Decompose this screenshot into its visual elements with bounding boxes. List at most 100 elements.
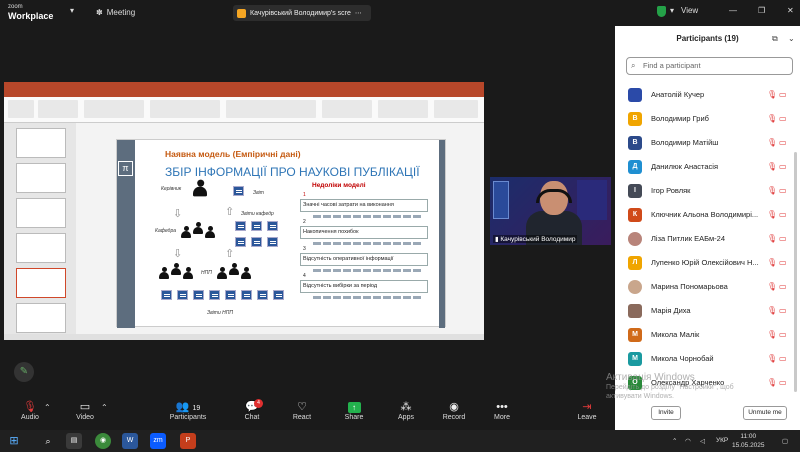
zoom-top-bar: zoom Workplace ▾ ✽ Meeting Качурівський … [0,0,615,26]
current-slide: π Наявна модель (Емпіричні дані) ЗБІР ІН… [116,139,446,328]
document-icon [209,290,220,300]
video-off-icon: ▭ [779,306,787,315]
video-participant-label: Качурівський Володимир [500,236,576,243]
participant-row[interactable]: М Микола Малік 🎙 ▭ [615,323,800,347]
nedolik-number: 4 [303,273,306,279]
person-icon [229,263,239,275]
participant-name: Микола Малік [651,330,700,339]
participant-row[interactable]: К Ключник Альона Володимирі... 🎙 ▭ [615,203,800,227]
pop-out-icon[interactable]: ⧉ [772,34,778,44]
participant-row[interactable]: Марія Диха 🎙 ▭ [615,299,800,323]
avatar [628,88,642,102]
volume-icon[interactable]: ◁ [700,437,705,445]
leave-button[interactable]: ⇥ Leave [565,401,609,421]
document-icon [235,221,246,231]
down-arrow-icon: ⇩ [173,208,183,220]
annotate-pen-icon[interactable]: ✎ [14,362,34,382]
powerpoint-icon[interactable]: P [180,433,196,449]
meeting-tab[interactable]: ✽ Meeting [96,8,135,17]
notifications-icon[interactable]: ▢ [782,437,788,445]
windows-start-icon[interactable]: ⊞ [6,433,22,449]
options-icon[interactable]: ⋯ [355,9,362,17]
document-icon [193,290,204,300]
apps-icon: ⁂ [400,401,412,413]
participants-panel: Participants (19) ⧉ ⌄ ⌕ Find a participa… [615,26,800,430]
nedolik-number: 2 [303,219,306,225]
file-explorer-icon[interactable]: ▤ [66,433,82,449]
share-title: Качурівський Володимир's scre [250,9,351,17]
document-icon [161,290,172,300]
info-chevron-icon[interactable]: ▾ [670,6,674,15]
document-icon [251,221,262,231]
network-icon[interactable]: ◠ [685,437,691,445]
unmute-me-button[interactable]: Unmute me [743,406,787,420]
backdrop-banner [493,181,509,219]
record-button[interactable]: ◉ Record [432,401,476,421]
react-label: React [292,414,312,421]
participant-row[interactable]: Анатолій Кучер 🎙 ▭ [615,83,800,107]
view-button[interactable]: View [681,6,698,15]
speaker-video-tile[interactable]: ▮ Качурівський Володимир [490,177,611,245]
person-icon [205,226,215,238]
participant-row[interactable]: Марина Пономарьова 🎙 ▭ [615,275,800,299]
document-icon [273,290,284,300]
participants-label: Participants [169,414,207,421]
share-button[interactable]: ↑ Share [332,401,376,421]
react-button[interactable]: ♡ React [280,401,324,421]
video-options-chevron-icon[interactable]: ⌃ [101,403,108,412]
participant-row[interactable]: В Володимир Матійш 🎙 ▭ [615,131,800,155]
zoom-icon[interactable]: zm [150,433,166,449]
participant-row[interactable]: Л Лупенко Юрій Олексійович Н... 🎙 ▭ [615,251,800,275]
collapse-chevron-icon[interactable]: ⌄ [788,34,795,43]
screen-share-indicator[interactable]: Качурівський Володимир's scre ⋯ [233,5,371,21]
avatar: Л [628,256,642,270]
chain-divider [313,242,423,245]
clock-date: 15.05.2025 [732,442,765,449]
invite-button[interactable]: Invite [651,406,681,420]
close-window-button[interactable]: ✕ [787,6,794,15]
security-shield-icon[interactable] [657,6,666,17]
participant-name: Ліза Питлик ЕАБм-24 [651,234,725,243]
person-icon [159,267,169,279]
document-icon [257,290,268,300]
more-options-chevron-icon[interactable]: ▾ [70,6,74,15]
shared-screen: π Наявна модель (Емпіричні дані) ЗБІР ІН… [4,82,484,340]
apps-button[interactable]: ⁂ Apps [384,401,428,421]
participant-row[interactable]: І Ігор Ровляк 🎙 ▭ [615,179,800,203]
participant-row[interactable]: В Володимир Гриб 🎙 ▭ [615,107,800,131]
meeting-toolbar: 🎙 Audio ⌃ ▭ Video ⌃ 👥 19 Participants 💬 4 Cha… [0,395,615,430]
video-off-icon: ▭ [779,234,787,243]
nedolik-number: 3 [303,246,306,252]
participants-scrollbar[interactable] [794,152,797,392]
participant-row[interactable]: Ліза Питлик ЕАБм-24 🎙 ▭ [615,227,800,251]
video-off-icon: ▭ [779,258,787,267]
participant-row[interactable]: М Микола Чорнобай 🎙 ▭ [615,347,800,371]
slide-thumbnail [16,198,66,228]
participants-count: 19 [192,405,201,412]
caption-npp: НПП [201,270,212,276]
nedolik-item: Відсутність оперативної інформації [300,253,428,266]
restore-button[interactable]: ❐ [758,6,765,15]
watermark-line3: активувати Windows. [606,393,674,400]
down-arrow-icon: ⇩ [173,248,183,260]
tray-chevron-icon[interactable]: ⌃ [672,437,677,445]
participant-row[interactable]: Д Данилюк Анастасія 🎙 ▭ [615,155,800,179]
language-indicator[interactable]: УКР [716,437,728,444]
minimize-button[interactable]: — [729,6,737,15]
chrome-icon[interactable]: ◉ [95,433,111,449]
participant-name: Данилюк Анастасія [651,162,719,171]
participant-search-input[interactable]: ⌕ Find a participant [626,57,793,75]
person-icon [193,222,203,234]
participant-name: Микола Чорнобай [651,354,714,363]
document-icon [251,237,262,247]
taskbar-clock[interactable]: 11:00 15.05.2025 [732,432,765,450]
more-label: More [494,414,510,421]
participants-button[interactable]: 👥 19 Participants [166,401,210,421]
search-icon[interactable]: ⌕ [40,433,56,449]
word-icon[interactable]: W [122,433,138,449]
chat-button[interactable]: 💬 4 Chat [230,399,274,421]
audio-options-chevron-icon[interactable]: ⌃ [44,403,51,412]
up-arrow-icon: ⇧ [225,206,235,218]
more-button[interactable]: ••• More [480,401,524,421]
video-participant-name: ▮ Качурівський Володимир [493,235,578,243]
